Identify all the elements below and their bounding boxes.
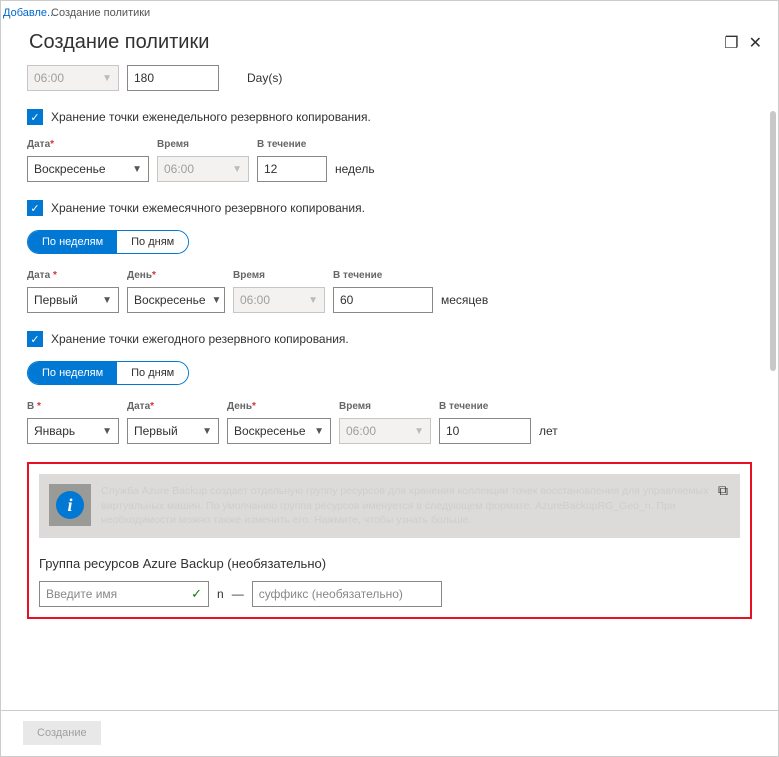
weekly-time-value: 06:00 [164, 162, 194, 176]
chevron-down-icon: ▼ [102, 295, 112, 306]
yearly-time-label: Время [339, 401, 431, 412]
info-icon-bg: i [49, 484, 91, 526]
yearly-time-value: 06:00 [346, 424, 376, 438]
chevron-down-icon: ▼ [132, 164, 142, 175]
monthly-for-value: 60 [340, 293, 353, 307]
monthly-for-input[interactable]: 60 [333, 287, 433, 313]
monthly-time-select[interactable]: 06:00 ▼ [233, 287, 325, 313]
yearly-checkbox-row[interactable]: ✓ Хранение точки ежегодного резервного к… [27, 331, 752, 347]
rg-dash: — [232, 587, 244, 601]
yearly-for-value: 10 [446, 424, 459, 438]
yearly-day-value: Воскресенье [234, 424, 306, 438]
yearly-for-input[interactable]: 10 [439, 418, 531, 444]
checkmark-icon: ✓ [27, 109, 43, 125]
monthly-date-select[interactable]: Первый ▼ [27, 287, 119, 313]
monthly-day-value: Воскресенье [134, 293, 206, 307]
weekly-for-label: В течение [257, 139, 327, 150]
monthly-day-select[interactable]: Воскресенье ▼ [127, 287, 225, 313]
daily-time-select[interactable]: 06:00 ▼ [27, 65, 119, 91]
monthly-day-label: День [127, 270, 152, 281]
checkmark-icon: ✓ [27, 331, 43, 347]
popout-icon[interactable]: ⧉ [718, 482, 728, 499]
yearly-check-label: Хранение точки ежегодного резервного коп… [51, 332, 349, 346]
breadcrumb-link[interactable]: Добавле... [3, 7, 56, 19]
weekly-for-value: 12 [264, 162, 277, 176]
weekly-time-label: Время [157, 139, 249, 150]
rg-name-placeholder: Введите имя [46, 587, 117, 601]
rg-n-label: n [217, 587, 224, 601]
yearly-unit: лет [539, 424, 558, 444]
daily-time-value: 06:00 [34, 71, 64, 85]
daily-unit: Day(s) [247, 71, 282, 91]
page-title: Создание политики [29, 31, 209, 54]
create-button[interactable]: Создание [23, 721, 101, 745]
daily-retention-input[interactable]: 180 [127, 65, 219, 91]
weekly-time-select[interactable]: 06:00 ▼ [157, 156, 249, 182]
chevron-down-icon: ▼ [308, 295, 318, 306]
weekly-date-label: Дата [27, 139, 50, 150]
monthly-check-label: Хранение точки ежемесячного резервного к… [51, 201, 365, 215]
info-banner: i Служба Azure Backup создает отдельную … [39, 474, 740, 538]
monthly-unit: месяцев [441, 293, 488, 313]
rg-section-label: Группа ресурсов Azure Backup (необязател… [39, 556, 740, 571]
pill-days[interactable]: По дням [117, 231, 188, 253]
pill-days[interactable]: По дням [117, 362, 188, 384]
pill-weeks[interactable]: По неделям [28, 362, 117, 384]
yearly-in-value: Январь [34, 424, 75, 438]
chevron-down-icon: ▼ [102, 73, 112, 84]
info-text: Служба Azure Backup создает отдельную гр… [101, 484, 730, 528]
yearly-pill-toggle[interactable]: По неделям По дням [27, 361, 189, 385]
chevron-down-icon: ▼ [202, 426, 212, 437]
monthly-date-label: Дата [27, 270, 50, 281]
yearly-day-select[interactable]: Воскресенье ▼ [227, 418, 331, 444]
weekly-date-select[interactable]: Воскресенье ▼ [27, 156, 149, 182]
close-icon[interactable]: ✕ [749, 33, 762, 53]
yearly-date-select[interactable]: Первый ▼ [127, 418, 219, 444]
monthly-pill-toggle[interactable]: По неделям По дням [27, 230, 189, 254]
chevron-down-icon: ▼ [314, 426, 324, 437]
chevron-down-icon: ▼ [212, 295, 222, 306]
chevron-down-icon: ▼ [414, 426, 424, 437]
rg-suffix-placeholder: суффикс (необязательно) [259, 587, 403, 601]
weekly-checkbox-row[interactable]: ✓ Хранение точки еженедельного резервног… [27, 109, 752, 125]
pill-weeks[interactable]: По неделям [28, 231, 117, 253]
monthly-time-value: 06:00 [240, 293, 270, 307]
yearly-day-label: День [227, 401, 252, 412]
yearly-for-label: В течение [439, 401, 531, 412]
weekly-check-label: Хранение точки еженедельного резервного … [51, 110, 371, 124]
chevron-down-icon: ▼ [232, 164, 242, 175]
breadcrumb-title: Создание политики [51, 7, 150, 19]
daily-retention-value: 180 [134, 71, 154, 85]
yearly-in-label: В [27, 401, 34, 412]
weekly-unit: недель [335, 162, 375, 182]
scroll-area: 06:00 ▼ 180 Day(s) ✓ Хранение точки ежен… [13, 57, 766, 706]
monthly-checkbox-row[interactable]: ✓ Хранение точки ежемесячного резервного… [27, 200, 752, 216]
weekly-for-input[interactable]: 12 [257, 156, 327, 182]
checkmark-icon: ✓ [191, 586, 202, 602]
rg-name-input[interactable]: Введите имя ✓ [39, 581, 209, 607]
checkmark-icon: ✓ [27, 200, 43, 216]
yearly-date-value: Первый [134, 424, 178, 438]
yearly-date-label: Дата [127, 401, 150, 412]
resource-group-highlight: i Служба Azure Backup создает отдельную … [27, 462, 752, 619]
weekly-date-value: Воскресенье [34, 162, 106, 176]
restore-icon[interactable]: ❐ [724, 33, 738, 53]
rg-suffix-input[interactable]: суффикс (необязательно) [252, 581, 442, 607]
monthly-time-label: Время [233, 270, 325, 281]
yearly-time-select[interactable]: 06:00 ▼ [339, 418, 431, 444]
scrollbar-thumb[interactable] [770, 111, 776, 371]
info-icon: i [56, 491, 84, 519]
yearly-in-select[interactable]: Январь ▼ [27, 418, 119, 444]
monthly-for-label: В течение [333, 270, 433, 281]
monthly-date-value: Первый [34, 293, 78, 307]
chevron-down-icon: ▼ [102, 426, 112, 437]
